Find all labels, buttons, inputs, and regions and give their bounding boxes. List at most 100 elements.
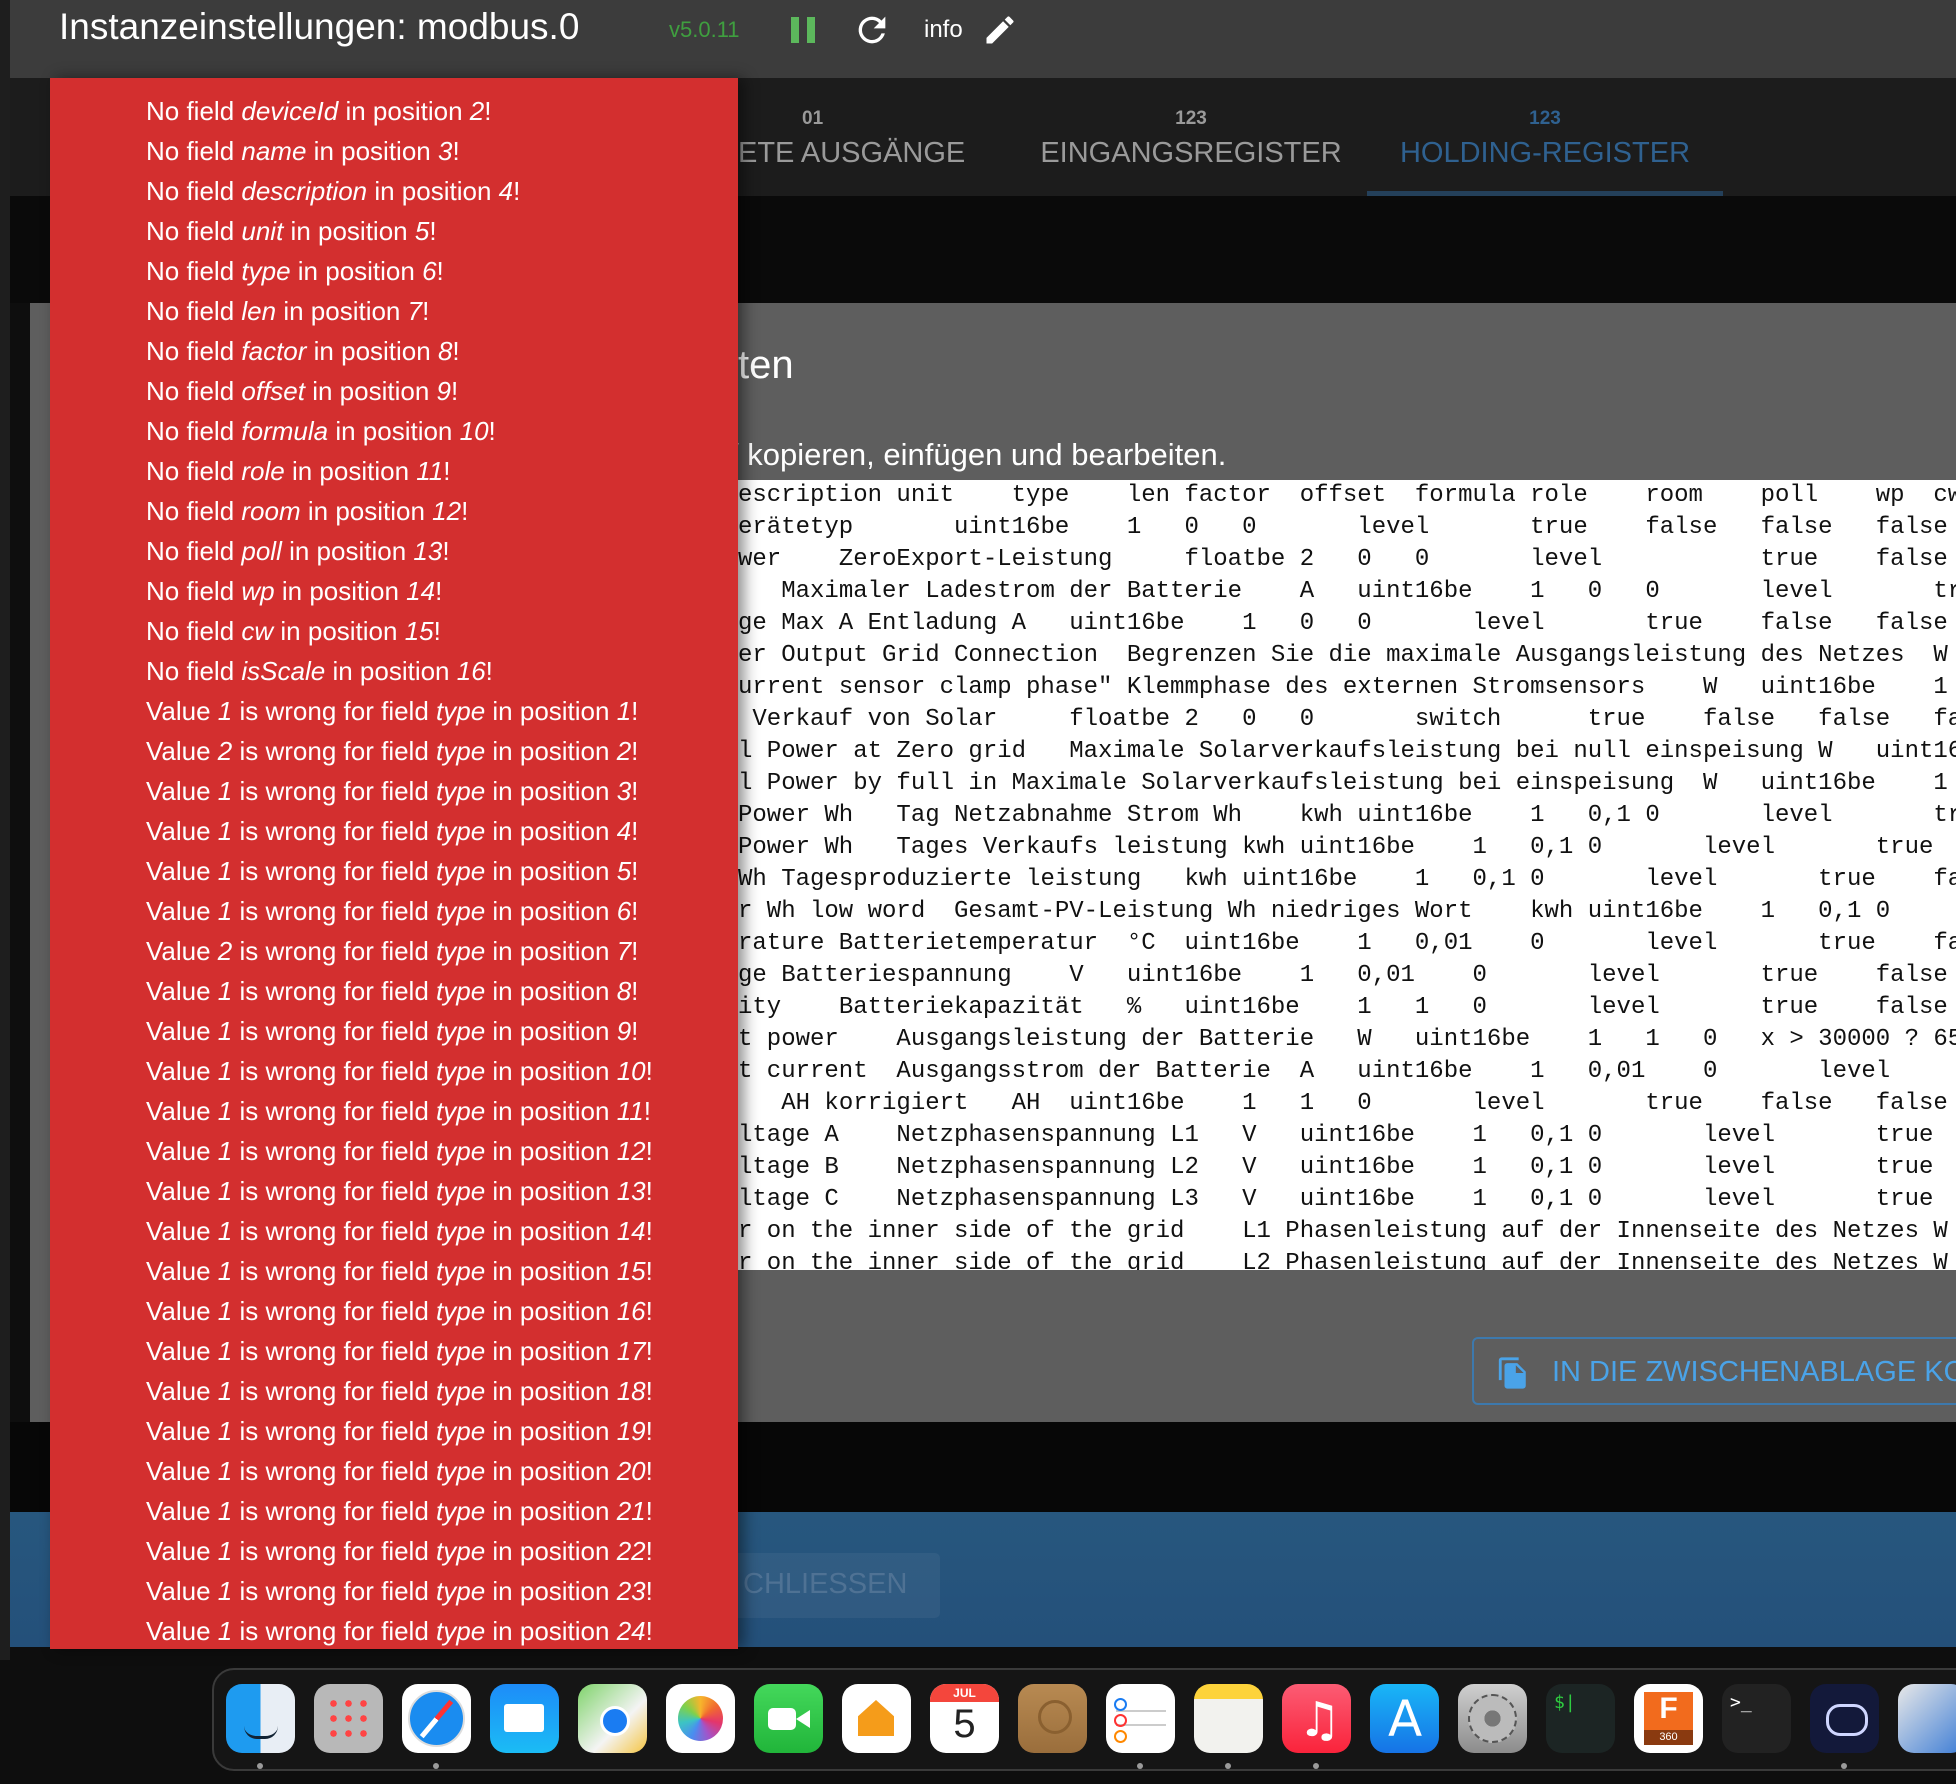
error-message: Value 1 is wrong for field type in posit… [146,1411,653,1451]
dock-item[interactable] [1106,1684,1175,1753]
error-text: in position [485,936,617,966]
dock-item[interactable]: JUL 5 [930,1684,999,1753]
error-message: Value 1 is wrong for field type in posit… [146,1291,653,1331]
dock-item[interactable] [754,1684,823,1753]
error-text: in position [325,656,457,686]
info-button[interactable]: info [924,16,963,44]
error-text: is wrong for field [232,1136,437,1166]
dock-item[interactable] [1458,1684,1527,1753]
error-value: 2 [217,736,233,766]
dock-item[interactable] [402,1684,471,1753]
error-value: 1 [217,1576,233,1606]
error-text: No field [146,336,242,366]
error-text: Value [146,816,218,846]
error-text: Value [146,1416,218,1446]
error-value: 18 [616,1376,646,1406]
dock-item[interactable] [226,1684,295,1753]
dock-item[interactable] [1194,1684,1263,1753]
pause-icon[interactable] [791,17,815,43]
copy-to-clipboard-button[interactable]: IN DIE ZWISCHENABLAGE KO [1472,1337,1956,1405]
refresh-icon[interactable] [852,10,892,50]
dock-item[interactable]: $| [1546,1684,1615,1753]
error-text: ! [631,696,639,726]
error-text: No field [146,416,242,446]
error-toast: No field deviceId in position 2! No field… [50,78,738,1649]
tab-holding-registers[interactable]: 123 HOLDING-REGISTER [1367,78,1723,196]
tsv-line: ltage B Netzphasenspannung L2 V uint16be… [737,1154,1934,1181]
tsv-line: ity Batteriekapazität % uint16be 1 1 0 l… [737,994,1948,1021]
error-text: ! [645,1616,653,1646]
error-value: 14 [406,576,436,606]
running-indicator [433,1763,439,1769]
tab-label: ETE AUSGÄNGE [738,137,966,169]
error-text: ! [631,816,639,846]
error-text: ! [631,856,639,886]
error-value: type [436,1616,486,1646]
dock-item[interactable]: ♫ [1282,1684,1351,1753]
notes-icon [1194,1684,1263,1753]
error-value: 1 [217,896,233,926]
clipboard-icon [1496,1355,1530,1391]
error-text: in position [485,1056,617,1086]
dock-item[interactable] [1018,1684,1087,1753]
tsv-line: r on the inner side of the grid L2 Phase… [737,1250,1948,1270]
running-indicator [1841,1763,1847,1769]
error-value: isScale [241,656,326,686]
error-text: ! [645,1176,653,1206]
dock-item[interactable] [666,1684,735,1753]
error-value: 2 [469,96,485,126]
error-value: 12 [616,1136,646,1166]
error-value: type [436,856,486,886]
error-value: type [436,1336,486,1366]
error-value: 3 [437,136,453,166]
error-text: in position [290,256,423,286]
error-text: in position [300,496,433,526]
dialog-subtitle: / kopieren, einfügen und bearbeiten. [730,437,1227,472]
error-value: 1 [217,1416,233,1446]
running-indicator [1225,1763,1231,1769]
error-value: type [436,1296,486,1326]
close-button-label: CHLIESSEN [743,1568,908,1600]
dock-item[interactable] [1898,1684,1956,1753]
tab-label: HOLDING-REGISTER [1399,137,1691,169]
error-value: 5 [414,216,430,246]
error-text: in position [485,1176,617,1206]
tsv-line: ge Batteriespannung V uint16be 1 0,01 0 … [737,962,1948,989]
error-message: No field unit in position 5! [146,211,437,251]
error-text: ! [631,736,639,766]
error-text: ! [436,256,444,286]
error-text: No field [146,496,242,526]
error-text: in position [367,176,499,206]
error-text: is wrong for field [232,776,437,806]
tab-input-registers[interactable]: 123 EINGANGSREGISTER [1026,78,1356,196]
error-message: Value 1 is wrong for field type in posit… [146,1571,653,1611]
tsv-textarea[interactable]: escription unit type len factor offset f… [700,480,1956,1270]
error-value: 2 [616,736,632,766]
dock-item[interactable] [842,1684,911,1753]
error-message: Value 1 is wrong for field type in posit… [146,811,638,851]
dock-item[interactable]: A [1370,1684,1439,1753]
error-value: factor [241,336,307,366]
error-value: 10 [459,416,489,446]
dock-item[interactable]: >_ [1722,1684,1791,1753]
dock-item[interactable]: F 360 [1634,1684,1703,1753]
dock-item[interactable] [314,1684,383,1753]
tab-discrete-outputs[interactable]: 01 ETE AUSGÄNGE [738,78,998,196]
error-value: 14 [616,1216,646,1246]
error-value: 23 [616,1576,646,1606]
dock-item[interactable] [578,1684,647,1753]
mail-icon [490,1684,559,1753]
tsv-line: urrent sensor clamp phase" Klemmphase de… [737,674,1948,701]
error-message: Value 1 is wrong for field type in posit… [146,1011,638,1051]
error-text: is wrong for field [232,816,437,846]
error-value: 2 [217,936,233,966]
dock-item[interactable] [1810,1684,1879,1753]
edit-icon[interactable] [982,12,1018,48]
error-value: 1 [217,856,233,886]
version-label: v5.0.11 [669,17,740,42]
error-message: Value 1 is wrong for field type in posit… [146,1171,653,1211]
error-text: ! [645,1536,653,1566]
error-value: type [241,256,291,286]
error-value: type [436,1376,486,1406]
dock-item[interactable] [490,1684,559,1753]
